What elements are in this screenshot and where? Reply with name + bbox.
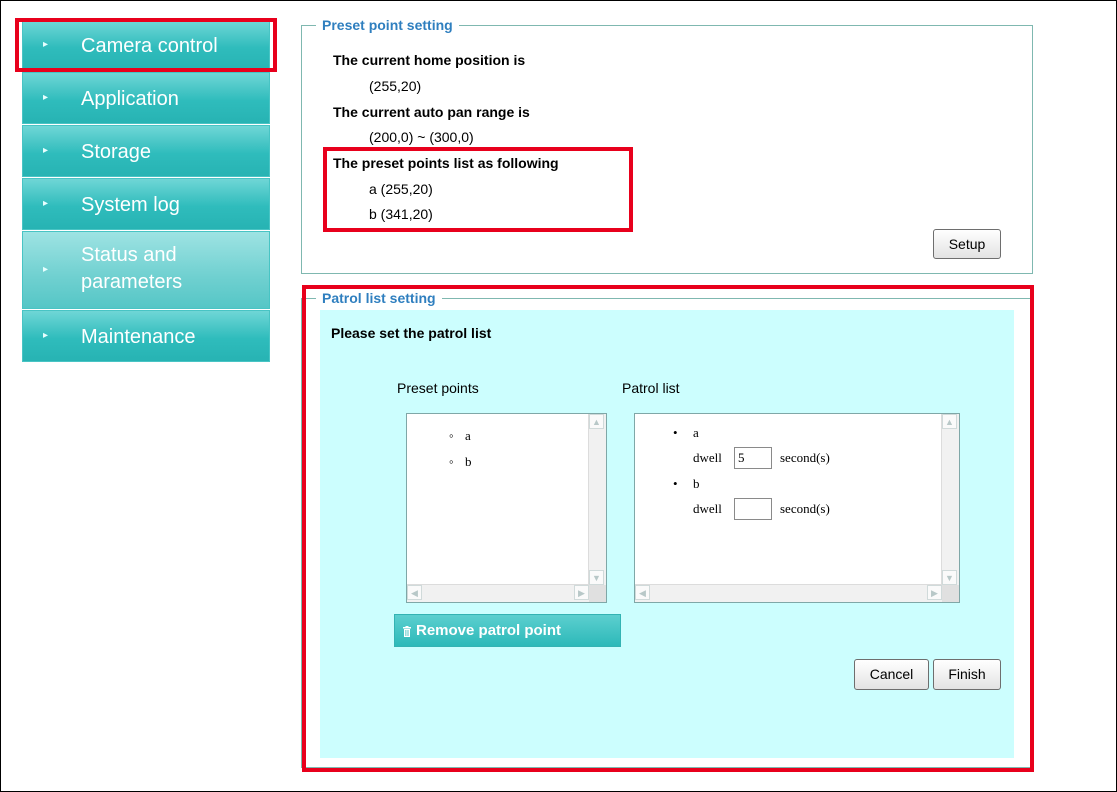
home-position-value: (255,20) bbox=[369, 78, 422, 94]
sidebar-item-application[interactable]: ▸ Application bbox=[22, 72, 270, 124]
sidebar-item-label: System log bbox=[81, 194, 180, 216]
highlight-box-patrol-list bbox=[302, 285, 1034, 772]
chevron-right-icon: ▸ bbox=[43, 330, 49, 341]
highlight-box-preset-list bbox=[323, 147, 633, 232]
chevron-right-icon: ▸ bbox=[43, 92, 49, 103]
sidebar-item-storage[interactable]: ▸ Storage bbox=[22, 125, 270, 177]
chevron-right-icon: ▸ bbox=[43, 145, 49, 156]
sidebar-item-label-line1: Status and bbox=[81, 244, 177, 266]
auto-pan-value: (200,0) ~ (300,0) bbox=[369, 129, 474, 145]
highlight-box-camera-control bbox=[15, 18, 277, 72]
chevron-right-icon: ▸ bbox=[43, 198, 49, 209]
sidebar-item-label: Maintenance bbox=[81, 326, 196, 348]
sidebar-item-system-log[interactable]: ▸ System log bbox=[22, 178, 270, 230]
auto-pan-heading: The current auto pan range is bbox=[333, 104, 530, 120]
sidebar-item-label: Application bbox=[81, 88, 179, 110]
sidebar-item-status-and-parameters[interactable]: ▸ Status and parameters bbox=[22, 231, 270, 309]
sidebar-item-label-line2: parameters bbox=[81, 271, 183, 293]
sidebar-item-label: Storage bbox=[81, 141, 152, 163]
preset-point-legend: Preset point setting bbox=[316, 17, 459, 33]
sidebar-item-maintenance[interactable]: ▸ Maintenance bbox=[22, 310, 270, 362]
home-position-heading: The current home position is bbox=[333, 52, 526, 68]
chevron-right-icon: ▸ bbox=[43, 264, 49, 275]
setup-button[interactable]: Setup bbox=[933, 229, 1001, 259]
